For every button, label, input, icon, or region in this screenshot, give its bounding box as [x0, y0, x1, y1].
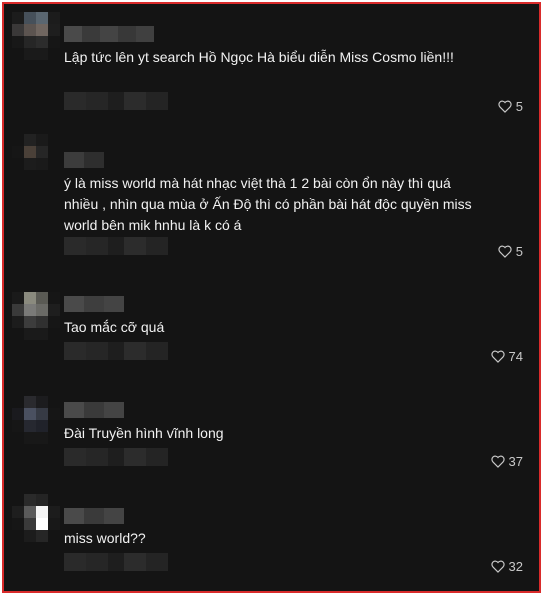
username[interactable]: [64, 508, 124, 524]
like-count: 37: [508, 454, 523, 469]
username[interactable]: [64, 296, 124, 312]
heart-outline-icon: [490, 455, 505, 468]
comment-meta: [64, 342, 168, 360]
username[interactable]: [64, 152, 104, 168]
comment-text: Lập tức lên yt search Hồ Ngọc Hà biểu di…: [64, 49, 454, 65]
like-button[interactable]: 32: [490, 559, 523, 574]
avatar[interactable]: [12, 12, 60, 60]
like-count: 74: [508, 349, 523, 364]
comment-meta: [64, 237, 168, 255]
heart-outline-icon: [498, 100, 512, 113]
avatar[interactable]: [12, 292, 60, 340]
comment-text: Đài Truyền hình vĩnh long: [64, 425, 224, 441]
comment-meta: [64, 448, 168, 466]
username[interactable]: [64, 402, 124, 418]
like-count: 32: [508, 559, 523, 574]
avatar[interactable]: [12, 494, 60, 542]
comment-text: ý là miss world mà hát nhạc việt thà 1 2…: [64, 175, 476, 233]
comment-text: miss world??: [64, 530, 146, 546]
heart-outline-icon: [498, 245, 512, 258]
like-button[interactable]: 5: [498, 99, 523, 114]
like-count: 5: [515, 244, 523, 259]
like-button[interactable]: 5: [498, 244, 523, 259]
avatar[interactable]: [12, 134, 60, 182]
heart-outline-icon: [490, 560, 505, 573]
username[interactable]: [64, 26, 154, 42]
comments-panel: Lập tức lên yt search Hồ Ngọc Hà biểu di…: [2, 2, 541, 593]
comment-meta: [64, 553, 168, 571]
comment-text: Tao mắc cỡ quá: [64, 319, 165, 335]
like-button[interactable]: 74: [490, 349, 523, 364]
like-button[interactable]: 37: [490, 454, 523, 469]
avatar[interactable]: [12, 396, 60, 444]
heart-outline-icon: [490, 350, 505, 363]
like-count: 5: [515, 99, 523, 114]
comment-meta: [64, 92, 168, 110]
